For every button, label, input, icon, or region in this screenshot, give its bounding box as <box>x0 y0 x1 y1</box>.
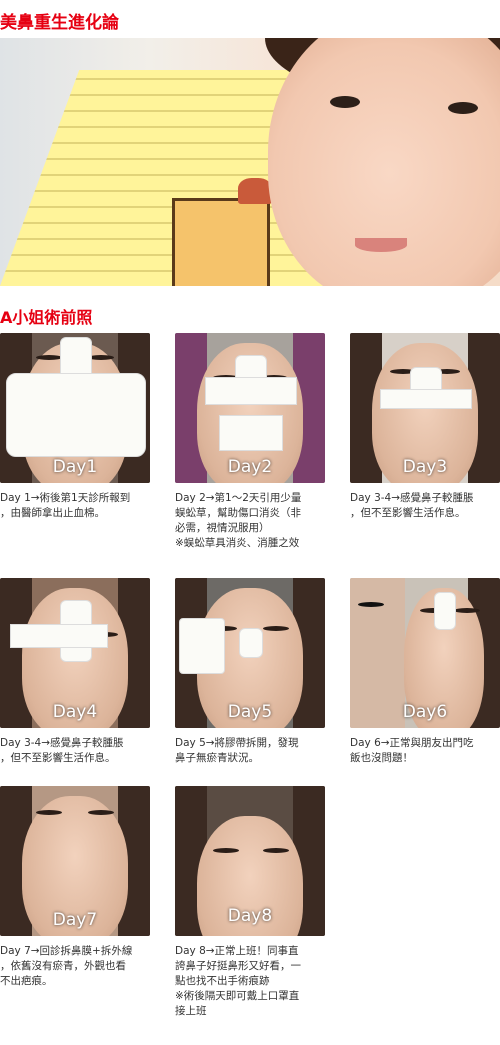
day-card-2: Day2 Day 2→第1～2天引用少量 蜈蚣草，幫助傷口消炎（非 必需，視情況… <box>175 333 325 551</box>
day-label: Day7 <box>52 910 98 930</box>
day-label: Day4 <box>52 702 98 722</box>
eye <box>88 810 114 815</box>
tower-roof-illustration <box>238 178 272 204</box>
eye <box>454 608 480 613</box>
day-photo: Day7 <box>0 786 150 936</box>
day-label: Day8 <box>227 906 273 926</box>
day-caption: Day 2→第1～2天引用少量 蜈蚣草，幫助傷口消炎（非 必需，視情況服用） ※… <box>175 492 302 549</box>
day-card-4: Day4 Day 3-4→感覺鼻子較腫脹 ，但不至影響生活作息。 <box>0 578 150 766</box>
day-caption: Day 8→正常上班！同事直 誇鼻子好挺鼻形又好看，一 點也找不出手術痕跡 ※術… <box>175 945 301 1017</box>
right-eye <box>448 102 478 114</box>
day-photo: Day6 <box>350 578 500 728</box>
section-title: A小姐術前照 <box>0 308 93 327</box>
day-card-6: Day6 Day 6→正常與朋友出門吃 飯也沒問題！ <box>350 578 500 766</box>
page-title: 美鼻重生進化論 <box>0 13 119 33</box>
day-photo: Day3 <box>350 333 500 483</box>
day-caption: Day 1→術後第1天診所報到 ，由醫師拿出止血棉。 <box>0 492 131 519</box>
left-eye <box>330 96 360 108</box>
day-label: Day2 <box>227 457 273 477</box>
day-caption: Day 3-4→感覺鼻子較腫脹 ，但不至影響生活作息。 <box>0 737 124 764</box>
eye <box>36 355 62 360</box>
day-caption: Day 7→回診拆鼻膜+拆外線 ，依舊沒有瘀青，外觀也看 不出疤痕。 <box>0 945 133 987</box>
day-card-3: Day3 Day 3-4→感覺鼻子較腫脹 ，但不至影響生活作息。 <box>350 333 500 521</box>
day-photo: Day5 <box>175 578 325 728</box>
nose-tape <box>239 628 263 658</box>
day-photo: Day2 <box>175 333 325 483</box>
day-photo: Day1 <box>0 333 150 483</box>
mouth-tape <box>219 415 283 451</box>
eye <box>36 810 62 815</box>
mouth <box>355 238 407 252</box>
day-caption: Day 6→正常與朋友出門吃 飯也沒問題！ <box>350 737 474 764</box>
eye <box>213 848 239 853</box>
removed-tape <box>179 618 225 674</box>
nose-tape <box>434 592 456 630</box>
cheek-tape <box>380 389 472 409</box>
day-card-5: Day5 Day 5→將膠帶拆開，發現 鼻子無瘀青狀況。 <box>175 578 325 766</box>
day-card-1: Day1 Day 1→術後第1天診所報到 ，由醫師拿出止血棉。 <box>0 333 150 521</box>
eye <box>263 626 289 631</box>
day-photo: Day4 <box>0 578 150 728</box>
day-label: Day3 <box>402 457 448 477</box>
eye <box>263 848 289 853</box>
hero-photo <box>0 38 500 286</box>
glasses <box>358 602 384 607</box>
day-caption: Day 3-4→感覺鼻子較腫脹 ，但不至影響生活作息。 <box>350 492 474 519</box>
cheek-tape <box>10 624 108 648</box>
cheek-tape <box>205 377 297 405</box>
face-mask <box>6 373 146 457</box>
day-label: Day1 <box>52 457 98 477</box>
day-photo: Day8 <box>175 786 325 936</box>
tower-illustration <box>172 198 270 286</box>
day-card-7: Day7 Day 7→回診拆鼻膜+拆外線 ，依舊沒有瘀青，外觀也看 不出疤痕。 <box>0 786 150 989</box>
day-caption: Day 5→將膠帶拆開，發現 鼻子無瘀青狀況。 <box>175 737 299 764</box>
day-label: Day6 <box>402 702 448 722</box>
day-label: Day5 <box>227 702 273 722</box>
day-card-8: Day8 Day 8→正常上班！同事直 誇鼻子好挺鼻形又好看，一 點也找不出手術… <box>175 786 325 1019</box>
